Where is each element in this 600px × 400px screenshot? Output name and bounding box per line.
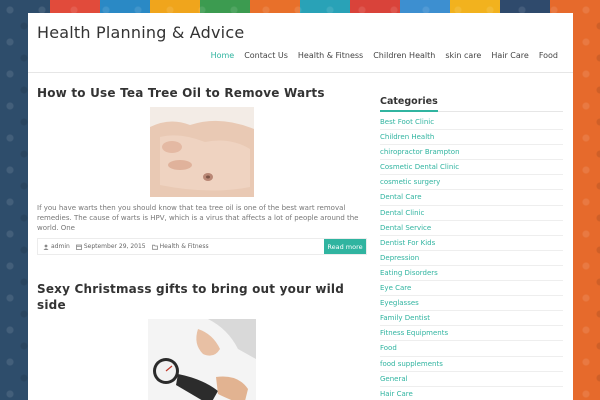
category-link[interactable]: Dentist For Kids <box>380 236 563 251</box>
categories-widget-title: Categories <box>380 96 438 112</box>
post-author-name: admin <box>51 243 70 250</box>
user-icon <box>43 244 49 250</box>
category-link[interactable]: Cosmetic Dental Clinic <box>380 160 563 176</box>
header-divider <box>28 72 573 73</box>
category-link[interactable]: Food <box>380 341 563 357</box>
main-content: How to Use Tea Tree Oil to Remove Warts … <box>37 85 367 400</box>
post-date[interactable]: September 29, 2015 <box>75 243 146 250</box>
sidebar: Categories Best Foot Clinic Children Hea… <box>380 89 563 400</box>
nav-item-hair-care[interactable]: Hair Care <box>486 51 534 61</box>
foot-photo-icon[interactable] <box>150 107 254 197</box>
post-article: How to Use Tea Tree Oil to Remove Warts … <box>37 85 367 255</box>
post-excerpt: If you have warts then you should know t… <box>37 204 359 232</box>
post-title[interactable]: How to Use Tea Tree Oil to Remove Warts <box>37 85 367 101</box>
nav-item-contact-us[interactable]: Contact Us <box>239 51 293 61</box>
post-author[interactable]: admin <box>43 243 70 250</box>
category-link[interactable]: Children Health <box>380 130 563 146</box>
nav-item-health-fitness[interactable]: Health & Fitness <box>293 51 368 61</box>
category-link[interactable]: Depression <box>380 251 563 266</box>
nav-item-skin-care[interactable]: skin care <box>440 51 486 61</box>
post-category-text: Health & Fitness <box>159 243 209 250</box>
category-link[interactable]: Eyeglasses <box>380 296 563 312</box>
main-navigation: Home Contact Us Health & Fitness Childre… <box>206 51 563 61</box>
category-link[interactable]: Hair Care <box>380 387 563 400</box>
category-link[interactable]: food supplements <box>380 357 563 372</box>
category-link[interactable]: Family Dentist <box>380 311 563 327</box>
post-meta-bar: admin September 29, 2015 Health & Fitnes… <box>37 238 367 255</box>
read-more-button[interactable]: Read more <box>324 239 366 254</box>
category-link[interactable]: Dental Care <box>380 190 563 206</box>
nav-item-home[interactable]: Home <box>206 51 240 61</box>
page-container: Health Planning & Advice Home Contact Us… <box>28 13 573 400</box>
nav-item-food[interactable]: Food <box>534 51 563 61</box>
blood-pressure-photo-icon[interactable] <box>148 319 256 400</box>
post-title[interactable]: Sexy Christmass gifts to bring out your … <box>37 281 367 313</box>
category-link[interactable]: Eye Care <box>380 281 563 297</box>
nav-item-children-health[interactable]: Children Health <box>368 51 440 61</box>
category-link[interactable]: Dental Service <box>380 221 563 236</box>
category-link[interactable]: cosmetic surgery <box>380 175 563 191</box>
category-link[interactable]: chiropractor Brampton <box>380 145 563 161</box>
post-category[interactable]: Health & Fitness <box>151 243 209 250</box>
category-link[interactable]: Fitness Equipments <box>380 326 563 342</box>
category-link[interactable]: Best Foot Clinic <box>380 115 563 131</box>
folder-icon <box>151 244 158 250</box>
categories-list: Best Foot Clinic Children Health chiropr… <box>380 115 563 400</box>
category-link[interactable]: Eating Disorders <box>380 266 563 282</box>
site-title[interactable]: Health Planning & Advice <box>37 23 244 42</box>
category-link[interactable]: General <box>380 372 563 387</box>
calendar-icon <box>75 244 82 250</box>
category-link[interactable]: Dental Clinic <box>380 206 563 221</box>
post-article: Sexy Christmass gifts to bring out your … <box>37 281 367 400</box>
post-date-text: September 29, 2015 <box>83 243 146 250</box>
